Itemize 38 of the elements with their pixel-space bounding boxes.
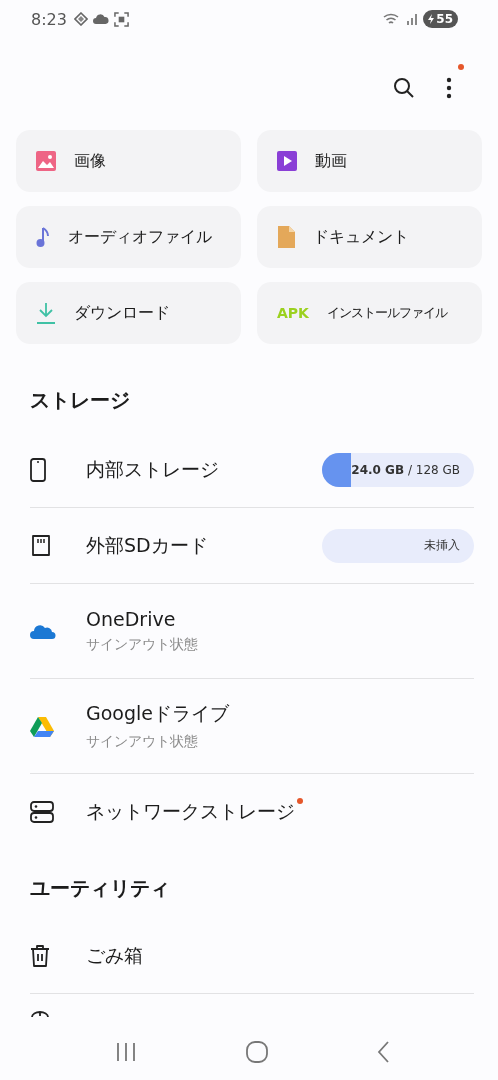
- storage-item[interactable]: ネットワークストレージ: [30, 774, 474, 849]
- storage-item[interactable]: 内部ストレージ 24.0 GB / 128 GB: [30, 432, 474, 508]
- server-icon: [30, 800, 54, 823]
- battery-indicator: 55: [423, 10, 458, 28]
- section-header: ユーティリティ: [30, 875, 171, 902]
- cloud-icon: [30, 623, 56, 639]
- screenshot-icon: [113, 11, 129, 27]
- category-button[interactable]: APK インストールファイル: [257, 282, 482, 344]
- category-button[interactable]: 動画: [257, 130, 482, 192]
- phone-icon: [30, 457, 46, 482]
- play-icon: [277, 151, 297, 171]
- home-icon[interactable]: [245, 1041, 268, 1063]
- storage-item[interactable]: Googleドライブ サインアウト状態: [30, 679, 474, 774]
- recent-apps-icon[interactable]: [114, 1042, 137, 1062]
- category-button[interactable]: ダウンロード: [16, 282, 241, 344]
- music-note-icon: [36, 226, 50, 248]
- triangle-logo-icon: [30, 715, 54, 737]
- trash-icon: [30, 943, 50, 968]
- search-icon[interactable]: [392, 76, 416, 100]
- category-button[interactable]: オーディオファイル: [16, 206, 241, 268]
- status-time: 8:23: [31, 9, 67, 29]
- category-button[interactable]: 画像: [16, 130, 241, 192]
- category-button[interactable]: ドキュメント: [257, 206, 482, 268]
- download-icon: [36, 302, 56, 324]
- cloud-icon: [92, 14, 109, 24]
- more-options-icon[interactable]: [446, 77, 452, 99]
- document-icon: [277, 226, 295, 248]
- section-header: ストレージ: [30, 387, 131, 414]
- storage-item[interactable]: 外部SDカード 未挿入: [30, 508, 474, 584]
- image-icon: [36, 151, 56, 171]
- diamond-icon: [73, 12, 88, 26]
- signal-icon: [406, 13, 419, 25]
- sd-card-icon: [30, 534, 52, 557]
- usage-text: 24.0 GB / 128 GB: [351, 462, 461, 477]
- storage-item[interactable]: OneDrive サインアウト状態: [30, 584, 474, 679]
- utility-item[interactable]: ごみ箱: [30, 918, 474, 994]
- status-pill: 未挿入: [322, 528, 474, 563]
- back-icon[interactable]: [376, 1041, 389, 1063]
